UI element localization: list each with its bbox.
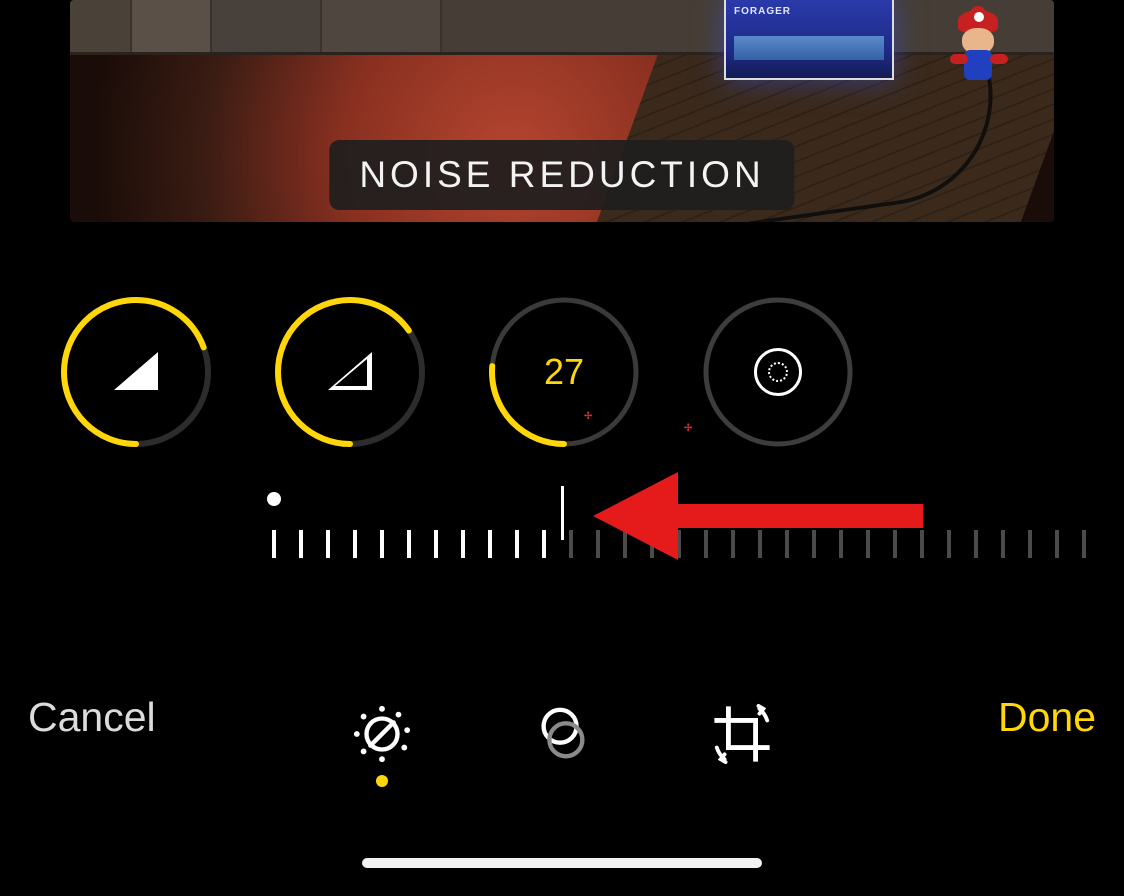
dial-definition[interactable] bbox=[274, 296, 426, 448]
tv-screen: FORAGER bbox=[724, 0, 894, 80]
speck-icon: ✢ bbox=[684, 426, 690, 432]
adjustment-dials-row[interactable]: 27 ✢ ✢ bbox=[60, 296, 1064, 456]
crop-icon bbox=[711, 703, 773, 765]
triangle-filled-icon bbox=[114, 352, 158, 392]
dial-noise-reduction[interactable]: 27 ✢ bbox=[488, 296, 640, 448]
mario-figure bbox=[944, 10, 1014, 110]
speck-icon: ✢ bbox=[584, 414, 590, 420]
tab-crop[interactable] bbox=[707, 699, 777, 769]
dial-sharpness[interactable] bbox=[60, 296, 212, 448]
slider-ticks bbox=[272, 530, 1124, 562]
triangle-outline-icon bbox=[328, 352, 372, 392]
adjust-icon bbox=[351, 703, 413, 765]
filters-icon bbox=[531, 703, 593, 765]
home-indicator[interactable] bbox=[362, 858, 762, 868]
value-slider[interactable] bbox=[0, 478, 1124, 578]
stone-wall bbox=[70, 0, 1054, 55]
dial-ring bbox=[488, 296, 640, 448]
tab-filters[interactable] bbox=[527, 699, 597, 769]
edit-mode-tabs bbox=[0, 684, 1124, 784]
tab-adjust[interactable] bbox=[347, 699, 417, 769]
slider-zero-dot bbox=[267, 492, 281, 506]
vignette-icon bbox=[754, 348, 802, 396]
dial-vignette[interactable]: ✢ bbox=[702, 296, 854, 448]
done-button[interactable]: Done bbox=[998, 694, 1096, 741]
adjustment-name-label: NOISE REDUCTION bbox=[329, 140, 794, 210]
